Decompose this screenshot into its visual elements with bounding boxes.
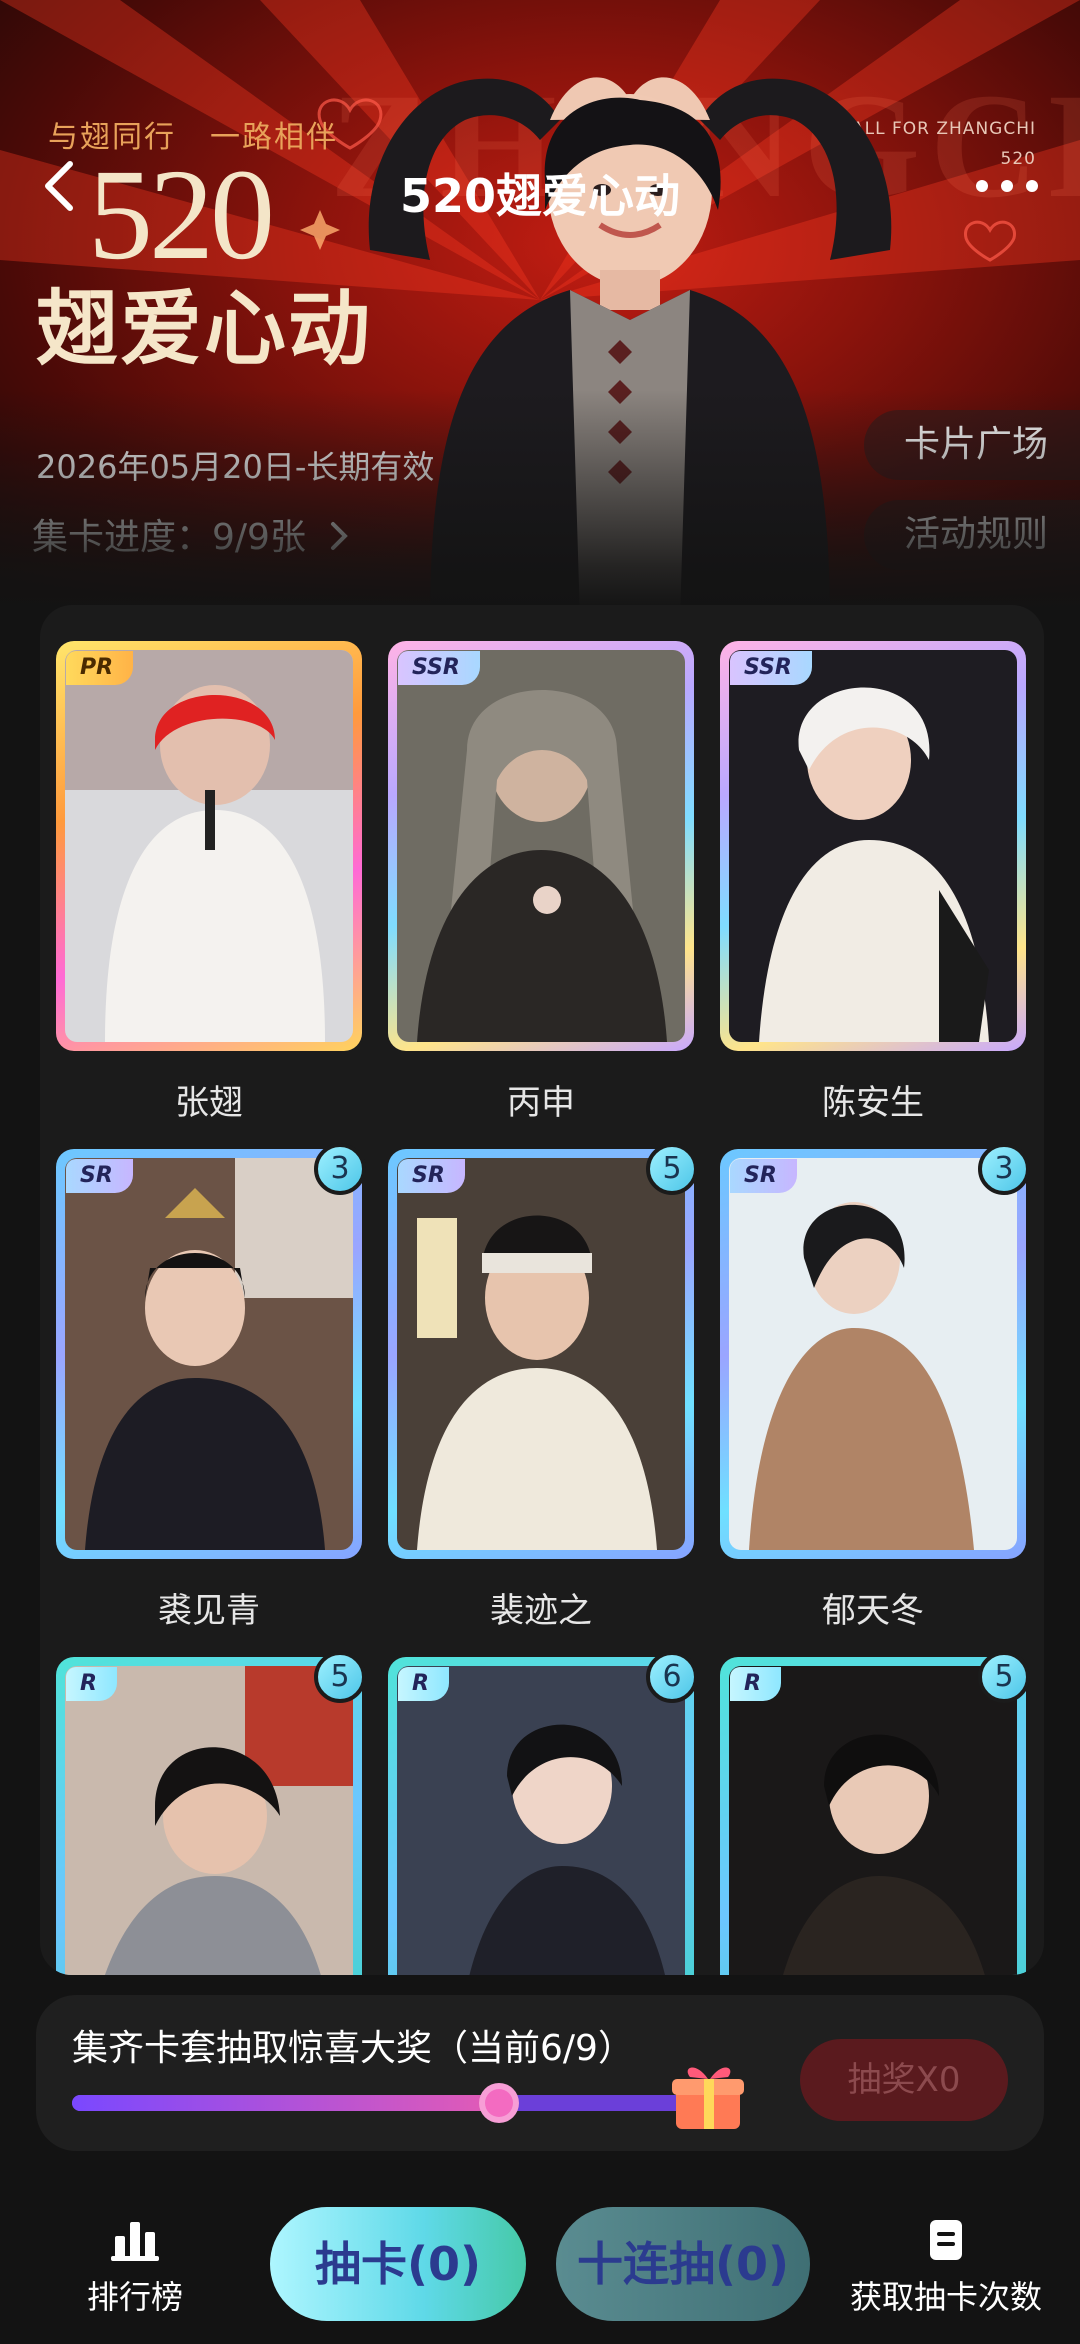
card-image	[397, 650, 685, 1042]
chevron-right-icon	[331, 522, 349, 550]
card-count-badge: 3	[314, 1143, 366, 1195]
card-frame: SR 3	[56, 1143, 366, 1559]
tier-badge: R	[730, 1667, 781, 1701]
gift-icon	[672, 2067, 744, 2129]
card-frame: R 5	[56, 1651, 366, 1975]
ranking-button[interactable]: 排行榜	[70, 2218, 200, 2318]
tier-badge: R	[66, 1667, 117, 1701]
tier-badge: SR	[730, 1159, 797, 1193]
card-count-badge: 5	[646, 1143, 698, 1195]
card-image	[397, 1666, 685, 1975]
prize-progress-track	[72, 2083, 712, 2123]
bottom-action-bar: 排行榜 抽卡(0) 十连抽(0) 获取抽卡次数	[0, 2180, 1080, 2344]
prize-progress-panel: 集齐卡套抽取惊喜大奖（当前6/9） 抽奖X0	[36, 1995, 1044, 2151]
card-image	[65, 650, 353, 1042]
card-name: 陈安生	[822, 1083, 924, 1123]
card-item[interactable]: SSR 陈安生	[720, 641, 1026, 1123]
card-item[interactable]: R 5	[720, 1651, 1030, 1975]
prize-progress-fill	[72, 2095, 499, 2111]
card-count-badge: 3	[978, 1143, 1030, 1195]
event-rules-button[interactable]: 活动规则	[863, 500, 1080, 570]
card-image	[729, 650, 1017, 1042]
card-frame: PR	[56, 641, 362, 1051]
card-image	[65, 1666, 353, 1975]
ranking-icon	[111, 2222, 159, 2261]
card-collection-panel: PR 张翅 SSR 丙申 SSR 陈安生 SR 3 裘见青 SR 5 裴迹之 S…	[40, 605, 1044, 1975]
ten-draw-button[interactable]: 十连抽(0)	[556, 2207, 810, 2321]
card-plaza-button[interactable]: 卡片广场	[863, 410, 1080, 480]
card-frame: SR 3	[720, 1143, 1030, 1559]
ranking-label: 排行榜	[86, 2278, 183, 2316]
card-image	[397, 1158, 685, 1550]
prize-progress-text: 集齐卡套抽取惊喜大奖（当前6/9）	[72, 2028, 634, 2069]
tier-badge: SSR	[730, 651, 812, 685]
card-item[interactable]: R 6	[388, 1651, 698, 1975]
draw-card-button[interactable]: 抽卡(0)	[270, 2207, 526, 2321]
validity-date: 2026年05月20日-长期有效	[36, 448, 435, 486]
card-frame: R 5	[720, 1651, 1030, 1975]
card-count-badge: 5	[314, 1651, 366, 1703]
tier-badge: SR	[66, 1159, 133, 1193]
tier-badge: PR	[66, 651, 134, 685]
page-title: 520翅爱心动	[399, 169, 681, 223]
card-image	[729, 1158, 1017, 1550]
card-frame: SSR	[388, 641, 694, 1051]
document-icon	[930, 2220, 962, 2260]
card-count-badge: 5	[978, 1651, 1030, 1703]
card-item[interactable]: R 5	[56, 1651, 366, 1975]
card-name: 张翅	[175, 1083, 243, 1123]
tier-badge: R	[398, 1667, 449, 1701]
card-name: 郁天冬	[822, 1591, 924, 1631]
prize-progress-knob	[478, 2083, 519, 2123]
card-frame: SSR	[720, 641, 1026, 1051]
get-draw-count-label: 获取抽卡次数	[849, 2278, 1042, 2316]
collection-progress-label: 集卡进度：9/9张	[32, 517, 306, 558]
card-name: 裴迹之	[490, 1591, 592, 1631]
card-item[interactable]: SR 5 裴迹之	[388, 1143, 698, 1631]
lottery-button[interactable]: 抽奖X0	[800, 2039, 1008, 2121]
collection-progress-link[interactable]: 集卡进度：9/9张	[32, 508, 351, 560]
get-draw-count-button[interactable]: 获取抽卡次数	[840, 2218, 1052, 2318]
card-item[interactable]: SR 3 郁天冬	[720, 1143, 1030, 1631]
tier-badge: SSR	[398, 651, 480, 685]
hero-person-illustration	[368, 77, 892, 610]
card-name: 丙申	[507, 1083, 575, 1123]
card-item[interactable]: SSR 丙申	[388, 641, 694, 1123]
hero-banner: ZHANGCHI 与翅同行一路相伴 520 翅爱心动 ALL FOR ZHANG…	[0, 0, 1080, 610]
more-dots-icon[interactable]	[972, 172, 1042, 200]
tier-badge: SR	[398, 1159, 465, 1193]
card-count-badge: 6	[646, 1651, 698, 1703]
card-item[interactable]: PR 张翅	[56, 641, 362, 1123]
card-image	[65, 1158, 353, 1550]
card-frame: R 6	[388, 1651, 698, 1975]
card-image	[729, 1666, 1017, 1975]
card-frame: SR 5	[388, 1143, 698, 1559]
card-item[interactable]: SR 3 裘见青	[56, 1143, 366, 1631]
card-name: 裘见青	[158, 1591, 260, 1631]
